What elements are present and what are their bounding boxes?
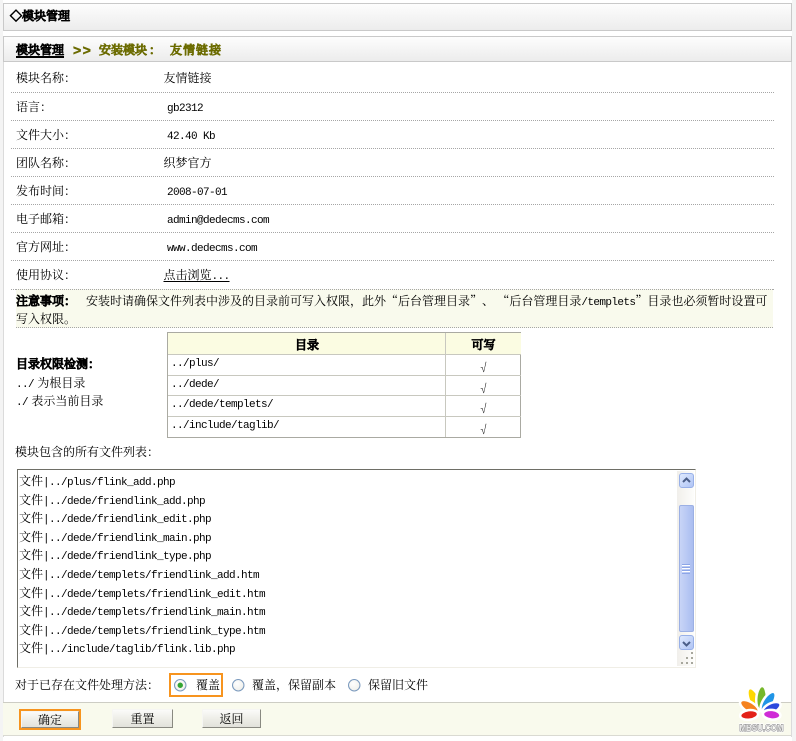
svg-text:MBSU.COM: MBSU.COM — [740, 723, 784, 734]
